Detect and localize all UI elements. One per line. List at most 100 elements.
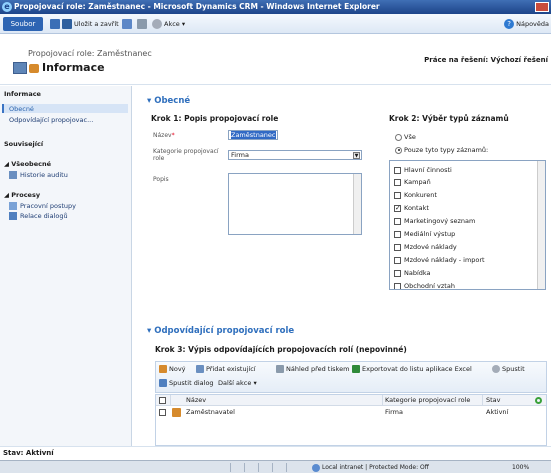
description-label: Popis (153, 176, 169, 183)
zoom-level[interactable]: 100% (512, 461, 529, 473)
description-scrollbar[interactable] (353, 174, 361, 234)
required-mark: * (171, 132, 175, 139)
record-type-item[interactable]: Marketingový seznam (394, 217, 475, 225)
record-type-checkbox-1 (394, 178, 401, 186)
record-type-item[interactable]: Hlavní činnosti (394, 166, 452, 174)
name-input-value: Zaměstnanec (231, 131, 276, 139)
grid-new-button[interactable]: Nový (159, 365, 186, 373)
save-button[interactable] (50, 17, 62, 31)
category-select-value: Firma (231, 151, 249, 159)
record-type-item[interactable]: Kontakt (394, 204, 429, 212)
window-close-button[interactable] (535, 2, 549, 12)
nav-group-processes[interactable]: ◢ Procesy (4, 191, 40, 199)
grid-print-preview-button[interactable]: Náhled před tiskem (276, 365, 349, 373)
add-existing-icon (196, 365, 204, 373)
grid-run-label: Spustit (502, 365, 525, 373)
zoom-level-value: 100% (512, 464, 530, 471)
grid-separator (382, 395, 383, 406)
window-title-bar: e Propojovací role: Zaměstnanec - Micros… (0, 0, 551, 14)
nav-item-workflows[interactable]: Pracovní postupy (9, 202, 76, 210)
grid-export-excel-button[interactable]: Exportovat do listu aplikace Excel (352, 365, 472, 373)
record-type-item[interactable]: Obchodní vztah (394, 282, 455, 290)
entity-icon (13, 62, 27, 74)
record-type-list: Hlavní činnosti Kampaň Konkurent Kontakt… (389, 160, 546, 290)
column-header-category[interactable]: Kategorie propojovací role (385, 395, 470, 406)
grid-add-existing-button[interactable]: Přidat existující (196, 365, 256, 373)
grid-more-actions-button[interactable]: Další akce ▾ (218, 379, 257, 387)
record-type-item[interactable]: Mediální výstup (394, 230, 455, 238)
radio-all-label: Vše (404, 133, 416, 141)
new-record-button[interactable] (122, 17, 134, 31)
grid-print-preview-label: Náhled před tiskem (286, 365, 350, 373)
nav-item-matching-roles[interactable]: Odpovídající propojovac... (9, 116, 93, 124)
record-type-label-0: Hlavní činnosti (404, 166, 452, 174)
record-type-checkbox-6 (394, 243, 401, 251)
name-label: Název* (153, 132, 175, 139)
row-checkbox[interactable] (159, 409, 166, 416)
section-matching-title[interactable]: ▾ Odpovídající propojovací role (147, 326, 294, 336)
nav-section-info: Informace (4, 90, 41, 98)
workflow-icon (9, 202, 17, 210)
record-type-scrollbar[interactable] (537, 161, 545, 289)
grid-run-button[interactable]: Spustit (492, 365, 525, 373)
radio-all[interactable]: Vše (395, 133, 416, 141)
record-type-checkbox-4 (394, 217, 401, 225)
actions-menu[interactable]: Akce ▾ (152, 17, 185, 31)
actions-label: Akce ▾ (164, 20, 186, 28)
ribbon: Soubor Uložit a zavřít Akce ▾ ? Nápověda (0, 14, 551, 34)
record-type-label-9: Obchodní vztah (404, 282, 455, 290)
name-label-text: Název (153, 132, 172, 139)
record-type-item[interactable]: Mzdové náklady (394, 243, 457, 251)
nav-section-related: Související (4, 140, 44, 148)
record-type-label-8: Nabídka (404, 269, 431, 277)
security-zone[interactable]: Local intranet | Protected Mode: Off (312, 461, 429, 473)
print-button[interactable] (137, 17, 149, 31)
radio-only-label: Pouze tyto typy záznamů: (404, 146, 489, 154)
radio-all-dot (395, 133, 402, 141)
nav-item-dialogs[interactable]: Relace dialogů (9, 212, 68, 220)
save-close-button[interactable]: Uložit a zavřít (62, 17, 119, 31)
refresh-icon[interactable] (535, 397, 542, 404)
column-header-status[interactable]: Stav (486, 395, 501, 406)
record-type-checkbox-3 (394, 204, 401, 212)
record-type-label-3: Kontakt (404, 204, 429, 212)
record-type-label: Propojovací role: Zaměstnanec (28, 49, 152, 58)
save-close-icon (62, 19, 72, 29)
globe-icon (312, 463, 320, 472)
run-icon (492, 365, 500, 373)
name-input[interactable]: Zaměstnanec (228, 130, 278, 140)
grid-run-dialog-label: Spustit dialog (169, 379, 214, 387)
record-type-item[interactable]: Nabídka (394, 269, 431, 277)
section-general-title[interactable]: ▾ Obecné (147, 96, 190, 106)
help-button[interactable]: ? Nápověda (504, 17, 549, 31)
file-tab[interactable]: Soubor (3, 17, 43, 31)
grid-run-dialog-button[interactable]: Spustit dialog (159, 379, 214, 387)
dialog-icon (9, 212, 17, 220)
column-header-name[interactable]: Název (186, 395, 206, 406)
grid-new-label: Nový (169, 365, 186, 373)
record-status: Stav: Aktivní (0, 446, 551, 460)
record-type-checkbox-7 (394, 256, 401, 264)
grid-header: Název Kategorie propojovací role Stav (156, 395, 546, 406)
step3-title: Krok 3: Výpis odpovídajících propojovací… (155, 345, 407, 354)
row-name[interactable]: Zaměstnavatel (186, 407, 235, 418)
description-textarea[interactable] (228, 173, 362, 235)
nav-group-general[interactable]: ◢ Všeobecné (4, 160, 51, 168)
table-row[interactable]: Zaměstnavatel Firma Aktivní (156, 407, 546, 418)
select-all-checkbox[interactable] (159, 397, 166, 404)
record-type-item[interactable]: Konkurent (394, 191, 437, 199)
nav-item-workflows-label: Pracovní postupy (20, 202, 76, 210)
step2-title: Krok 2: Výběr typů záznamů (389, 114, 509, 123)
nav-item-audit-history[interactable]: Historie auditu (9, 171, 68, 179)
category-label: Kategorie propojovací role (153, 148, 219, 162)
nav-item-general[interactable]: Obecné (9, 105, 34, 113)
grid-export-excel-label: Exportovat do listu aplikace Excel (362, 365, 472, 373)
window-title: Propojovací role: Zaměstnanec - Microsof… (14, 2, 380, 11)
radio-only-types[interactable]: Pouze tyto typy záznamů: (395, 146, 488, 154)
record-type-checkbox-8 (394, 269, 401, 277)
record-type-label-1: Kampaň (404, 178, 431, 186)
category-select[interactable]: Firma ▼ (228, 150, 362, 160)
record-type-item[interactable]: Mzdové náklady - import (394, 256, 485, 264)
record-type-item[interactable]: Kampaň (394, 178, 431, 186)
save-icon (50, 19, 60, 29)
